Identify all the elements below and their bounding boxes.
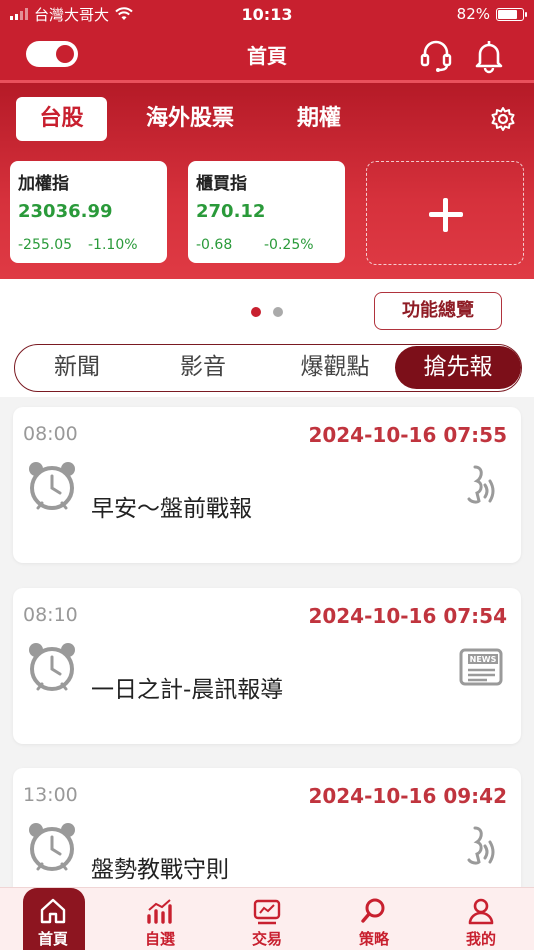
- news-badge-text: NEWS: [470, 655, 497, 664]
- gear-icon[interactable]: [489, 105, 517, 133]
- chart-up-icon: [147, 899, 172, 924]
- home-icon: [40, 898, 66, 924]
- tab-taiwan-stock[interactable]: 台股: [16, 97, 107, 141]
- news-card[interactable]: 08:00 2024-10-16 07:55 早安～盤前戰報: [13, 407, 521, 563]
- nav-label: 交易: [251, 930, 282, 948]
- index-value: 23036.99: [18, 201, 113, 222]
- news-date: 2024-10-16 07:54: [308, 604, 507, 628]
- search-icon: [361, 898, 385, 923]
- battery-percent: 82%: [456, 5, 490, 23]
- page-dot-active[interactable]: [251, 307, 261, 317]
- index-percent: -1.10%: [88, 237, 138, 253]
- index-percent: -0.25%: [264, 237, 314, 253]
- nav-home[interactable]: 首頁: [0, 888, 106, 950]
- index-name: 櫃買指: [196, 174, 247, 194]
- nav-label: 首頁: [37, 930, 68, 948]
- segment-viewpoints[interactable]: 爆觀點: [277, 345, 393, 390]
- page-dot[interactable]: [273, 307, 283, 317]
- index-card-taiex[interactable]: 加權指 23036.99 -255.05 -1.10%: [10, 161, 167, 263]
- segment-video[interactable]: 影音: [161, 345, 245, 390]
- signal-icon: [10, 8, 28, 20]
- news-title: 早安～盤前戰報: [91, 496, 252, 522]
- news-time: 13:00: [23, 784, 78, 806]
- index-value: 270.12: [196, 201, 266, 222]
- news-time: 08:10: [23, 604, 78, 626]
- audio-icon[interactable]: [455, 459, 507, 511]
- trade-icon: [253, 899, 281, 925]
- battery-icon: [496, 7, 527, 21]
- segment-early-report[interactable]: 搶先報: [395, 346, 521, 389]
- market-panel: 台股 海外股票 期權 加權指 23036.99 -255.05 -1.10% 櫃…: [0, 83, 534, 279]
- index-change: -255.05: [18, 237, 73, 253]
- alarm-clock-icon: [29, 643, 75, 691]
- content-segment-control: 新聞 影音 爆觀點 搶先報: [14, 344, 522, 392]
- segment-news[interactable]: 新聞: [35, 345, 119, 390]
- alarm-clock-icon: [29, 462, 75, 510]
- feature-overview-button[interactable]: 功能總覽: [374, 292, 502, 330]
- tab-overseas-stock[interactable]: 海外股票: [132, 97, 248, 141]
- nav-profile[interactable]: 我的: [428, 888, 534, 950]
- index-change: -0.68: [196, 237, 233, 253]
- wifi-icon: [115, 7, 133, 20]
- index-card-otc[interactable]: 櫃買指 270.12 -0.68 -0.25%: [188, 161, 345, 263]
- news-date: 2024-10-16 09:42: [308, 784, 507, 808]
- news-time: 08:00: [23, 423, 78, 445]
- news-card[interactable]: 08:10 2024-10-16 07:54 一日之計-晨訊報導 NEWS: [13, 588, 521, 744]
- nav-label: 自選: [144, 930, 175, 948]
- user-icon: [468, 898, 494, 925]
- app-header: 首頁: [0, 28, 534, 80]
- status-right: 82%: [324, 5, 527, 23]
- nav-strategy[interactable]: 策略: [321, 888, 427, 950]
- carrier-name: 台灣大哥大: [34, 5, 110, 24]
- bottom-nav: 首頁 自選 交易 策略 我的: [0, 887, 534, 950]
- newspaper-icon[interactable]: NEWS: [455, 640, 507, 692]
- status-bar: 台灣大哥大 10:13 82%: [0, 0, 534, 28]
- nav-watchlist[interactable]: 自選: [107, 888, 213, 950]
- news-title: 一日之計-晨訊報導: [91, 677, 284, 703]
- status-left: 台灣大哥大: [10, 4, 210, 25]
- add-index-button[interactable]: [366, 161, 524, 265]
- audio-icon[interactable]: [455, 820, 507, 872]
- index-name: 加權指: [18, 174, 69, 194]
- alarm-clock-icon: [29, 823, 75, 871]
- bell-icon[interactable]: [470, 36, 508, 74]
- news-date: 2024-10-16 07:55: [308, 423, 507, 447]
- news-title: 盤勢教戰守則: [91, 857, 229, 883]
- headset-icon[interactable]: [417, 36, 455, 74]
- status-time: 10:13: [241, 4, 293, 24]
- nav-label: 策略: [358, 930, 389, 948]
- tab-options[interactable]: 期權: [284, 97, 354, 141]
- nav-trade[interactable]: 交易: [214, 888, 320, 950]
- nav-label: 我的: [465, 930, 496, 948]
